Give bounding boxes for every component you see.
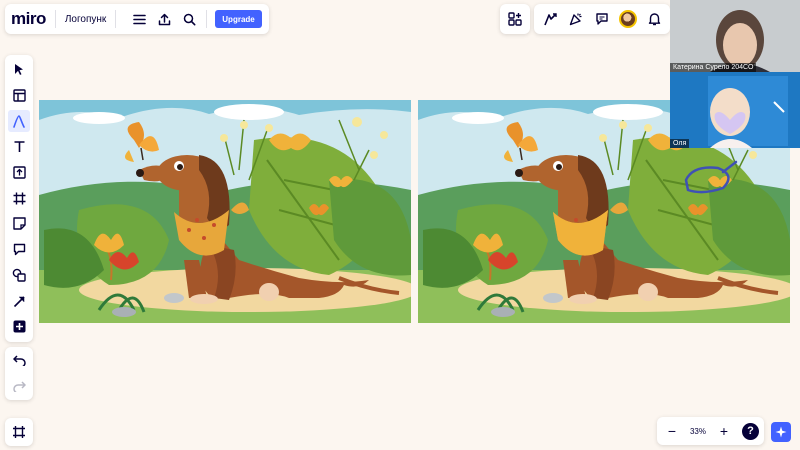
participant-name: Оля bbox=[670, 139, 690, 148]
zoom-out-button[interactable]: − bbox=[662, 421, 682, 441]
apps-button[interactable] bbox=[500, 4, 530, 34]
participant-video-feed bbox=[670, 72, 800, 148]
help-button[interactable]: ? bbox=[741, 422, 759, 440]
divider bbox=[206, 10, 208, 28]
participant-video-feed bbox=[670, 0, 800, 72]
avatar[interactable] bbox=[615, 6, 641, 32]
comments-icon[interactable] bbox=[589, 6, 615, 32]
board-name[interactable]: Логопунк bbox=[65, 14, 106, 25]
connector-arrow-icon[interactable] bbox=[5, 288, 33, 314]
shapes-icon[interactable] bbox=[5, 263, 33, 289]
bell-icon[interactable] bbox=[641, 6, 667, 32]
sparkle-icon bbox=[775, 426, 787, 438]
spot-difference-image-left[interactable] bbox=[39, 100, 411, 323]
export-icon[interactable] bbox=[153, 8, 175, 30]
comment-icon[interactable] bbox=[5, 237, 33, 263]
collaboration-bar bbox=[534, 4, 670, 34]
search-icon[interactable] bbox=[178, 8, 200, 30]
ai-assist-button[interactable] bbox=[771, 422, 791, 442]
apps-icon bbox=[508, 12, 522, 26]
left-toolbar bbox=[5, 55, 33, 342]
templates-icon[interactable] bbox=[5, 83, 33, 109]
miro-logo[interactable]: miro bbox=[11, 9, 46, 29]
divider bbox=[115, 10, 117, 28]
zoom-controls: − 33% + ? bbox=[657, 417, 764, 445]
upgrade-button[interactable]: Upgrade bbox=[215, 10, 262, 28]
board-bar: miro Логопунк Upgrade bbox=[5, 4, 269, 34]
zoom-in-button[interactable]: + bbox=[714, 421, 734, 441]
celebrate-icon[interactable] bbox=[563, 6, 589, 32]
video-tile-participant-2[interactable]: Оля bbox=[670, 72, 800, 148]
frame-icon[interactable] bbox=[5, 185, 33, 211]
history-toolbar bbox=[5, 347, 33, 400]
undo-icon[interactable] bbox=[5, 348, 33, 374]
frames-list-icon bbox=[13, 426, 25, 438]
plus-icon[interactable] bbox=[5, 314, 33, 340]
reactions-icon[interactable] bbox=[537, 6, 563, 32]
sticky-note-icon[interactable] bbox=[5, 211, 33, 237]
menu-icon[interactable] bbox=[128, 8, 150, 30]
divider bbox=[54, 10, 56, 28]
participant-name: Катерина Сурело 204СО bbox=[670, 63, 757, 72]
select-cursor-icon[interactable] bbox=[5, 57, 33, 83]
video-tile-participant-1[interactable]: Катерина Сурело 204СО bbox=[670, 0, 800, 72]
pen-icon[interactable] bbox=[5, 108, 33, 134]
upload-icon[interactable] bbox=[5, 160, 33, 186]
text-icon[interactable] bbox=[5, 134, 33, 160]
redo-icon[interactable] bbox=[5, 374, 33, 400]
frames-list-button[interactable] bbox=[5, 418, 33, 446]
zoom-level[interactable]: 33% bbox=[690, 427, 706, 436]
